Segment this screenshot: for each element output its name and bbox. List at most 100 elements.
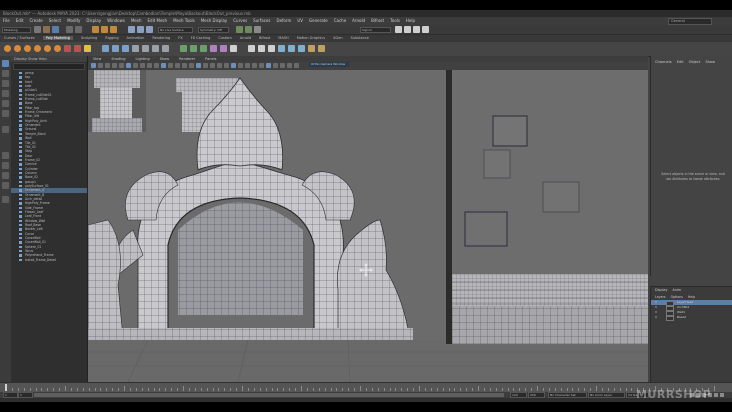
menu-curves[interactable]: Curves	[233, 18, 247, 23]
viewport-toolbar-icon[interactable]	[189, 63, 194, 68]
viewport-toolbar-icon[interactable]	[161, 63, 166, 68]
viewport-toolbar-icon[interactable]	[273, 63, 278, 68]
viewport-menu-lighting[interactable]: Lighting	[136, 57, 150, 61]
attr-tab-edit[interactable]: Edit	[677, 60, 684, 64]
shelf-tool-icon[interactable]	[122, 45, 129, 52]
shelf-tab-rendering[interactable]: Rendering	[152, 36, 170, 40]
last-tool-icon[interactable]	[2, 126, 9, 133]
menu-tools[interactable]: Tools	[390, 18, 400, 23]
menu-help[interactable]: Help	[406, 18, 415, 23]
save-scene-icon[interactable]	[52, 26, 59, 33]
single-view-icon[interactable]	[2, 152, 9, 159]
paint-select-icon[interactable]	[2, 80, 9, 87]
render-icon[interactable]	[236, 26, 243, 33]
attr-tab-show[interactable]: Show	[705, 60, 715, 64]
menu-windows[interactable]: Windows	[107, 18, 125, 23]
shelf-tab-mash[interactable]: MASH	[278, 36, 288, 40]
viewport-toolbar-icon[interactable]	[98, 63, 103, 68]
camera-field[interactable]: Ortho Camera Window	[309, 62, 349, 67]
symmetry-dropdown[interactable]: Symmetry: Off	[198, 27, 229, 33]
shelf-tool-icon[interactable]	[102, 45, 109, 52]
menu-mesh-display[interactable]: Mesh Display	[201, 18, 228, 23]
viewport-toolbar-icon[interactable]	[140, 63, 145, 68]
outliner-search-input[interactable]	[13, 63, 85, 70]
viewport-toolbar-icon[interactable]	[203, 63, 208, 68]
shelf-tab-motion-graphics[interactable]: Motion Graphics	[297, 36, 325, 40]
menu-modify[interactable]: Modify	[67, 18, 80, 23]
shelf-tab-curves-surfaces[interactable]: Curves / Surfaces	[4, 36, 35, 40]
viewport-menu-shading[interactable]: Shading	[111, 57, 125, 61]
menu-edit-mesh[interactable]: Edit Mesh	[148, 18, 168, 23]
shelf-tab-xgen[interactable]: XGen	[333, 36, 342, 40]
rotate-tool-icon[interactable]	[2, 100, 9, 107]
viewport-toolbar-icon[interactable]	[147, 63, 152, 68]
sign-in-button[interactable]: Sign In	[360, 27, 391, 33]
shelf-tool-icon[interactable]	[210, 45, 217, 52]
shelf-tool-icon[interactable]	[84, 45, 91, 52]
open-scene-icon[interactable]	[43, 26, 50, 33]
viewport-toolbar-icon[interactable]	[105, 63, 110, 68]
command-line[interactable]	[0, 398, 732, 402]
layer-menu-options[interactable]: Options	[671, 295, 683, 299]
shelf-tab-sculpting[interactable]: Sculpting	[81, 36, 97, 40]
layer-menu-help[interactable]: Help	[688, 295, 695, 299]
shelf-tool-icon[interactable]	[112, 45, 119, 52]
redo-icon[interactable]	[75, 26, 82, 33]
menu-surfaces[interactable]: Surfaces	[253, 18, 270, 23]
select-component-icon[interactable]	[110, 26, 117, 33]
snap-curve-icon[interactable]	[137, 26, 144, 33]
snap-point-icon[interactable]	[146, 26, 153, 33]
shelf-tab-custom[interactable]: Custom	[218, 36, 231, 40]
viewport-toolbar-icon[interactable]	[280, 63, 285, 68]
channel-box-icon[interactable]	[422, 26, 429, 33]
menu-display[interactable]: Display	[86, 18, 101, 23]
shelf-tool-icon[interactable]	[278, 45, 285, 52]
render-settings-icon[interactable]	[254, 26, 261, 33]
viewport-toolbar-icon[interactable]	[252, 63, 257, 68]
select-object-icon[interactable]	[101, 26, 108, 33]
viewport-toolbar-icon[interactable]	[231, 63, 236, 68]
viewport-toolbar-icon[interactable]	[245, 63, 250, 68]
viewport-toolbar-icon[interactable]	[182, 63, 187, 68]
attr-tab-object[interactable]: Object	[689, 60, 701, 64]
shelf-tool-icon[interactable]	[200, 45, 207, 52]
attribute-editor-icon[interactable]	[404, 26, 411, 33]
shelf-tool-icon[interactable]	[230, 45, 237, 52]
viewport-toolbar-icon[interactable]	[133, 63, 138, 68]
menu-select[interactable]: Select	[49, 18, 61, 23]
perspective-viewport[interactable]	[88, 70, 648, 382]
shelf-tab-substance[interactable]: Substance	[351, 36, 369, 40]
shelf-tab-fx-caching[interactable]: FX Caching	[191, 36, 211, 40]
shelf-tool-icon[interactable]	[180, 45, 187, 52]
tool-settings-icon[interactable]	[413, 26, 420, 33]
shelf-tab-fx[interactable]: FX	[178, 36, 182, 40]
snap-grid-icon[interactable]	[128, 26, 135, 33]
shelf-tool-icon[interactable]	[268, 45, 275, 52]
ipr-render-icon[interactable]	[245, 26, 252, 33]
select-tool-icon[interactable]	[2, 60, 9, 67]
shelf-tab-animation[interactable]: Animation	[127, 36, 145, 40]
shelf-tab-bifrost[interactable]: Bifrost	[259, 36, 270, 40]
four-view-icon[interactable]	[2, 162, 9, 169]
viewport-toolbar-icon[interactable]	[259, 63, 264, 68]
shelf-tool-icon[interactable]	[220, 45, 227, 52]
current-frame-marker[interactable]	[5, 384, 7, 391]
shelf-tool-icon[interactable]	[318, 45, 325, 52]
shelf-tool-icon[interactable]	[132, 45, 139, 52]
shelf-tool-icon[interactable]	[34, 45, 41, 52]
menu-cache[interactable]: Cache	[334, 18, 346, 23]
viewport-menu-renderer[interactable]: Renderer	[179, 57, 195, 61]
viewport-toolbar-icon[interactable]	[112, 63, 117, 68]
time-slider[interactable]	[0, 382, 732, 392]
lasso-tool-icon[interactable]	[2, 70, 9, 77]
shelf-tool-icon[interactable]	[14, 45, 21, 52]
viewport-toolbar-icon[interactable]	[126, 63, 131, 68]
modeling-toolkit-icon[interactable]	[395, 26, 402, 33]
outliner-item[interactable]: Install_Frame_Detail	[11, 258, 87, 262]
viewport-toolbar-icon[interactable]	[119, 63, 124, 68]
viewport-menu-view[interactable]: View	[93, 57, 101, 61]
shelf-tab-arnold[interactable]: Arnold	[240, 36, 251, 40]
viewport-toolbar-icon[interactable]	[238, 63, 243, 68]
shelf-tool-icon[interactable]	[152, 45, 159, 52]
layer-row[interactable]: Base2	[651, 315, 732, 321]
